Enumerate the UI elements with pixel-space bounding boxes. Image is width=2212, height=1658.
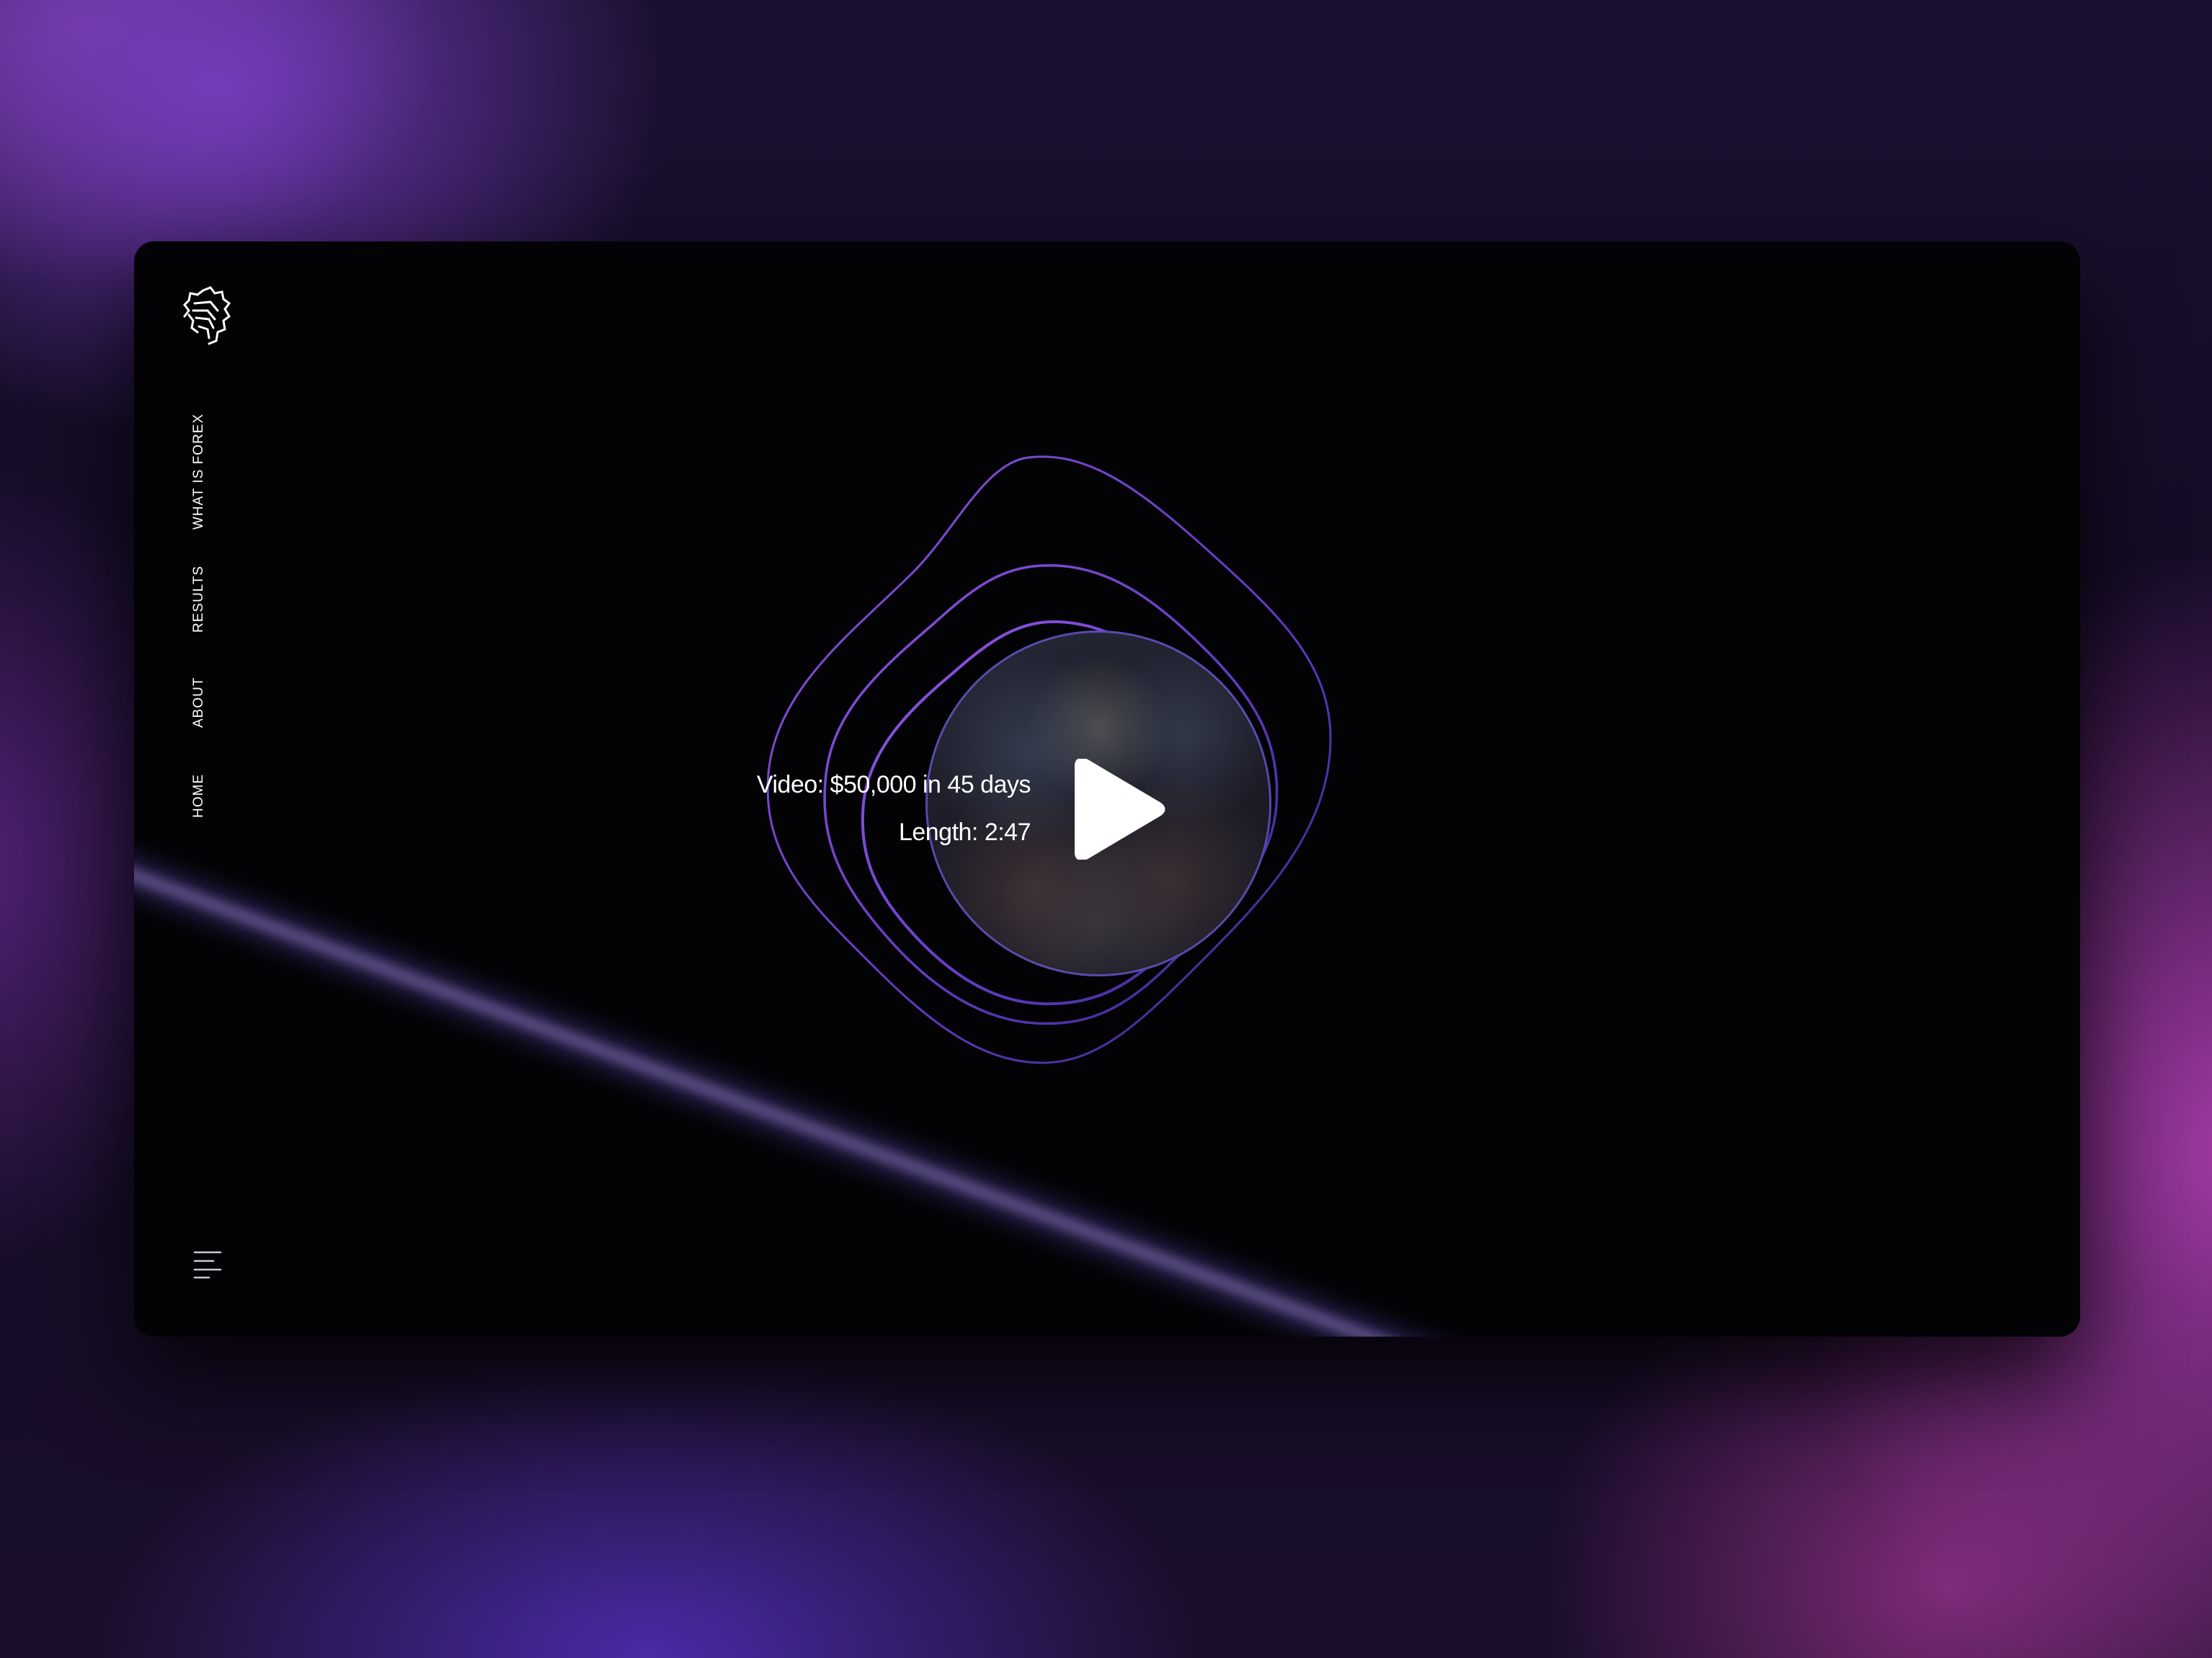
video-length: Length: 2:47 — [898, 819, 1031, 846]
nav-item-home[interactable]: HOME — [190, 774, 208, 818]
video-title: Video: $50,000 in 45 days — [756, 771, 1031, 798]
page-background: HOME ABOUT RESULTS WHAT IS FOREX Video: … — [0, 0, 2212, 1658]
nav-item-results[interactable]: RESULTS — [190, 566, 208, 633]
video-info: Video: $50,000 in 45 days Length: 2:47 — [757, 767, 1031, 850]
hamburger-menu-icon[interactable] — [193, 1250, 222, 1279]
landing-card: HOME ABOUT RESULTS WHAT IS FOREX Video: … — [134, 241, 2080, 1337]
vertical-nav: HOME ABOUT RESULTS WHAT IS FOREX — [185, 241, 228, 1337]
nav-item-about[interactable]: ABOUT — [190, 677, 208, 728]
nav-item-what-is-forex[interactable]: WHAT IS FOREX — [190, 414, 208, 530]
play-icon[interactable] — [1067, 759, 1168, 860]
